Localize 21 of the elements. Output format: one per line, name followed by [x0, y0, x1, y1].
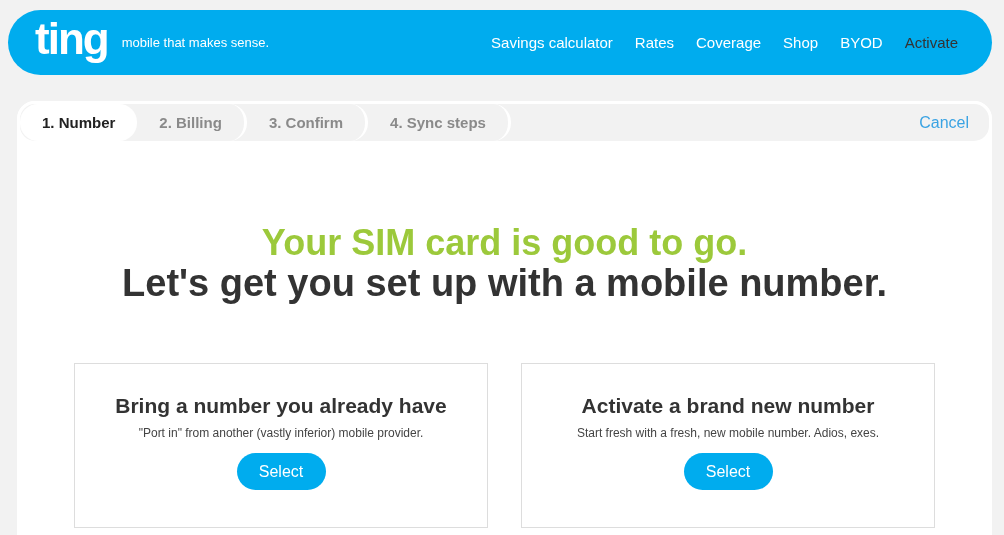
tagline: mobile that makes sense.	[121, 35, 270, 50]
card-title: Bring a number you already have	[115, 394, 447, 418]
card-description: Start fresh with a fresh, new mobile number. Adios, exes.	[576, 426, 880, 440]
logo[interactable]: ting	[35, 13, 108, 64]
nav-link[interactable]: BYOD	[840, 34, 883, 51]
step-tab[interactable]: 4. Sync steps	[368, 104, 511, 141]
nav-link[interactable]: Rates	[634, 34, 675, 51]
headline: Your SIM card is good to go.	[261, 222, 748, 264]
step-tab[interactable]: 3. Confirm	[246, 104, 369, 141]
nav-link[interactable]: Savings calculator	[491, 34, 613, 51]
select-button[interactable]: Select	[683, 453, 773, 490]
card-title: Activate a brand new number	[581, 394, 875, 418]
cancel-link[interactable]: Cancel	[919, 113, 969, 132]
nav-link[interactable]: Activate	[904, 34, 958, 51]
card-description: "Port in" from another (vastly inferior) mobile provider.	[138, 426, 424, 440]
step-tab[interactable]: 1. Number	[20, 104, 138, 141]
subheadline: Let's get you set up with a mobile number.	[122, 262, 887, 305]
nav-link[interactable]: Shop	[783, 34, 819, 51]
nav-link[interactable]: Coverage	[696, 34, 762, 51]
select-button[interactable]: Select	[236, 453, 326, 490]
step-tab[interactable]: 2. Billing	[137, 104, 247, 141]
